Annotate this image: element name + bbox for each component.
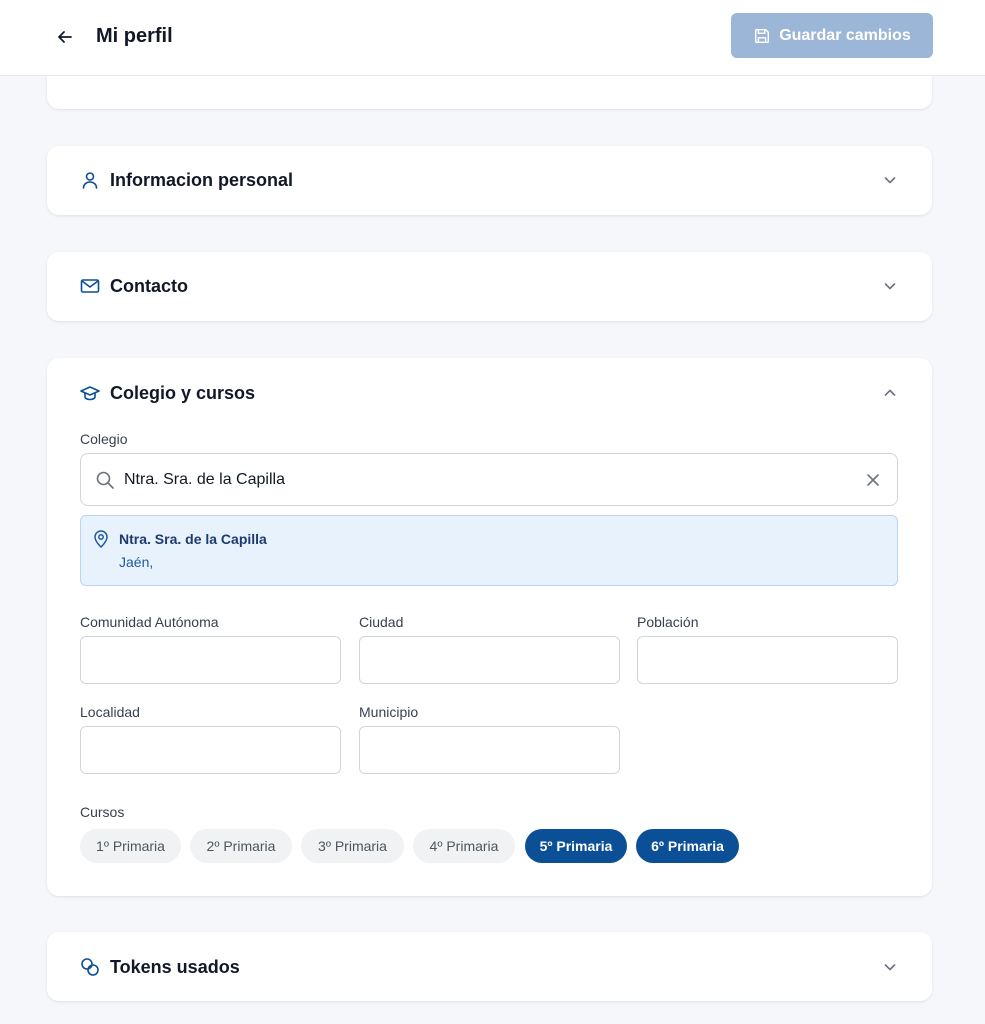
save-changes-button[interactable]: Guardar cambios [731, 13, 933, 58]
course-chip-6[interactable]: 6º Primaria [636, 829, 739, 863]
contact-title: Contacto [110, 275, 188, 296]
school-search-result[interactable]: Ntra. Sra. de la Capilla Jaén, [80, 515, 898, 586]
course-chip-3[interactable]: 3º Primaria [301, 829, 404, 863]
tokens-header[interactable]: Tokens usados [80, 953, 899, 981]
course-chip-4[interactable]: 4º Primaria [413, 829, 515, 863]
course-chip-1[interactable]: 1º Primaria [80, 829, 181, 863]
top-bar: Mi perfil Guardar cambios [0, 0, 985, 76]
chevron-down-icon [881, 277, 899, 295]
comunidad-label: Comunidad Autónoma [80, 614, 219, 630]
course-chip-2[interactable]: 2º Primaria [190, 829, 292, 863]
school-courses-header[interactable]: Colegio y cursos [80, 379, 899, 407]
save-changes-label: Guardar cambios [779, 26, 911, 44]
arrow-left-icon [58, 31, 72, 43]
municipio-input[interactable] [359, 726, 620, 774]
back-button[interactable] [50, 22, 80, 52]
contact-header[interactable]: Contacto [80, 272, 899, 300]
localidad-label: Localidad [80, 704, 140, 720]
graduation-cap-icon [80, 383, 100, 403]
ciudad-label: Ciudad [359, 614, 404, 630]
save-icon [755, 28, 770, 43]
user-icon [80, 170, 100, 190]
courses-label: Cursos [80, 804, 125, 820]
map-pin-icon [94, 530, 108, 548]
contact-section: Contacto [47, 252, 932, 321]
school-label: Colegio [80, 431, 128, 447]
search-icon [95, 470, 115, 490]
ciudad-input[interactable] [359, 636, 620, 684]
coins-icon [80, 957, 100, 977]
comunidad-input[interactable] [80, 636, 341, 684]
poblacion-input[interactable] [637, 636, 898, 684]
course-chip-5[interactable]: 5º Primaria [525, 829, 627, 863]
school-courses-section: Colegio y cursos Colegio Ntra. Sra. de l… [47, 358, 932, 896]
tokens-title: Tokens usados [110, 956, 240, 977]
school-courses-title: Colegio y cursos [110, 382, 256, 403]
municipio-label: Municipio [359, 704, 419, 720]
personal-info-title: Informacion personal [110, 169, 294, 190]
chevron-up-icon [881, 384, 899, 402]
tokens-section: Tokens usados [47, 932, 932, 1001]
personal-info-section: Informacion personal [47, 146, 932, 215]
personal-info-header[interactable]: Informacion personal [80, 166, 899, 194]
localidad-input[interactable] [80, 726, 341, 774]
mail-icon [80, 276, 100, 296]
school-search-value: Ntra. Sra. de la Capilla [124, 470, 285, 488]
chevron-down-icon [881, 958, 899, 976]
result-school-city: Jaén, [119, 554, 154, 570]
poblacion-label: Población [637, 614, 699, 630]
page-title: Mi perfil [96, 25, 173, 47]
result-school-name: Ntra. Sra. de la Capilla [119, 531, 267, 547]
chevron-down-icon [881, 171, 899, 189]
school-search-input[interactable]: Ntra. Sra. de la Capilla [80, 453, 898, 506]
clear-icon[interactable] [863, 470, 883, 490]
